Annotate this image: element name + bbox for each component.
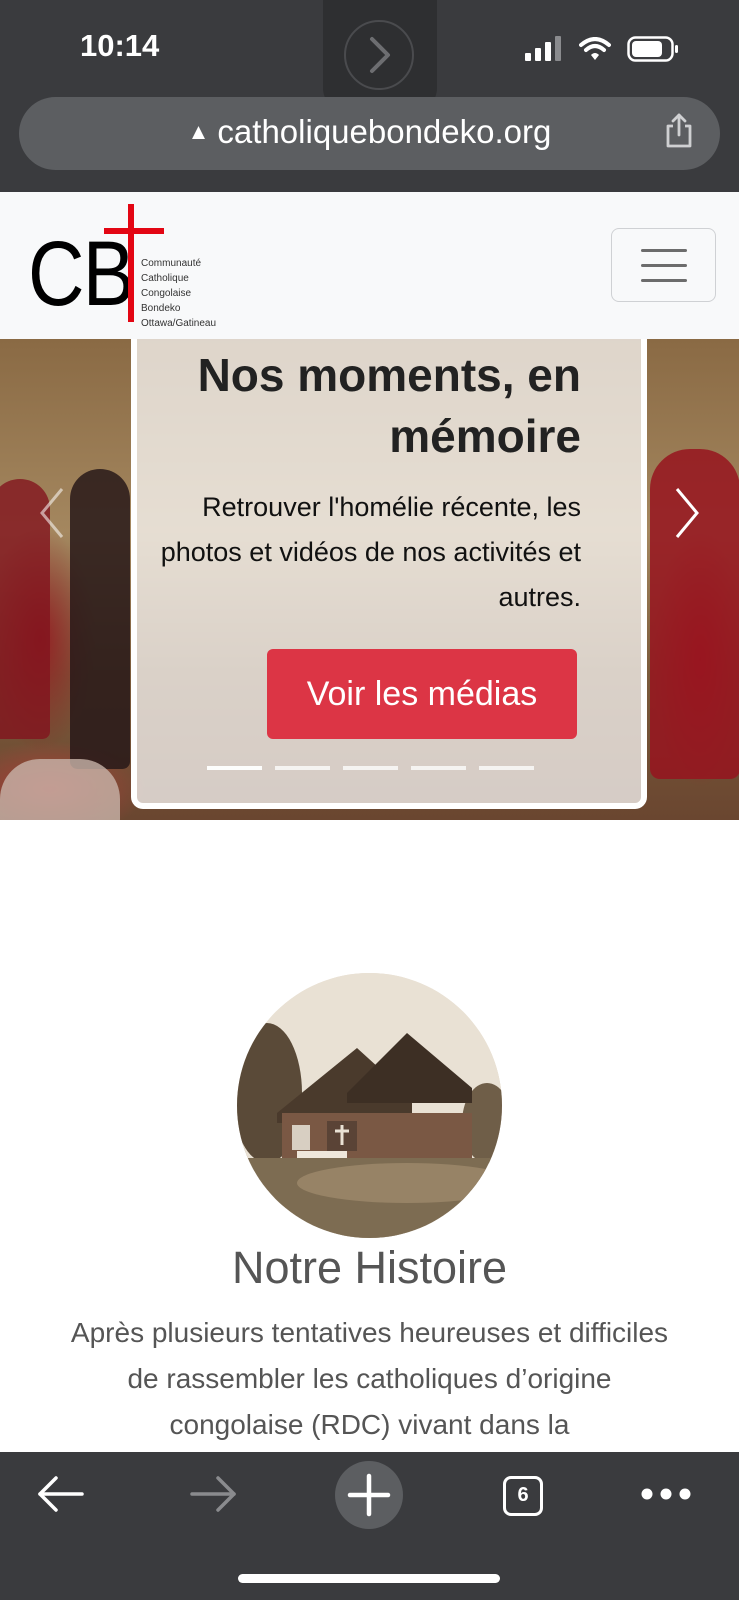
church-illustration — [237, 973, 502, 1238]
logo-cross-icon — [128, 204, 134, 322]
share-icon — [666, 113, 692, 148]
chevron-left-icon — [40, 488, 64, 538]
history-title: Notre Histoire — [231, 1242, 508, 1293]
carousel-indicator-2[interactable] — [275, 766, 330, 770]
dynamic-island-forward-button[interactable] — [323, 0, 437, 112]
plus-icon — [335, 1461, 403, 1529]
chevron-right-icon — [370, 37, 390, 73]
view-media-button[interactable]: Voir les médias — [267, 649, 577, 739]
hero-carousel: Nos moments, en mémoire Retrouver l'homé… — [0, 339, 739, 820]
forward-arrow-icon — [190, 1476, 236, 1512]
status-icons — [525, 36, 679, 62]
carousel-indicator-5[interactable] — [479, 766, 534, 770]
chevron-right-icon — [675, 488, 699, 538]
hero-caption-card: Nos moments, en mémoire Retrouver l'homé… — [131, 339, 647, 809]
site-navbar: CB Communauté Catholique Congolaise Bond… — [0, 192, 739, 339]
history-paragraph: Après plusieurs tentatives heureuses et … — [70, 1317, 669, 1440]
home-indicator — [238, 1574, 500, 1583]
tabs-button[interactable]: 6 — [503, 1476, 543, 1516]
church-photo — [237, 973, 502, 1238]
carousel-indicator-1[interactable] — [207, 766, 262, 770]
hamburger-icon — [641, 249, 687, 252]
back-button[interactable] — [36, 1474, 86, 1519]
more-dots-icon — [641, 1488, 691, 1500]
tabs-icon: 6 — [503, 1476, 543, 1516]
carousel-indicator-4[interactable] — [411, 766, 466, 770]
url-text: catholiquebondeko.org — [217, 113, 552, 150]
share-button[interactable] — [664, 113, 694, 154]
forward-button[interactable] — [188, 1474, 238, 1519]
menu-toggle-button[interactable] — [611, 228, 716, 302]
hero-title: Nos moments, en mémoire — [197, 349, 581, 462]
status-time: 10:14 — [80, 28, 160, 63]
address-bar[interactable]: ▲ catholiquebondeko.org — [19, 97, 720, 170]
wifi-icon — [579, 37, 611, 60]
site-logo[interactable]: CB Communauté Catholique Congolaise Bond… — [28, 204, 228, 329]
carousel-prev-button[interactable] — [38, 487, 66, 544]
cellular-signal-icon — [525, 36, 561, 61]
new-tab-button[interactable] — [334, 1460, 404, 1535]
battery-icon — [627, 36, 678, 62]
logo-letters: CB — [28, 223, 135, 325]
carousel-indicator-3[interactable] — [343, 766, 398, 770]
more-button[interactable] — [640, 1486, 692, 1507]
logo-text: Communauté Catholique Congolaise Bondeko… — [141, 258, 217, 329]
carousel-indicators — [207, 766, 534, 770]
warning-triangle-icon: ▲ — [187, 119, 210, 144]
back-arrow-icon — [38, 1476, 84, 1512]
browser-top-chrome: 10:14 ▲ catholiquebondeko.org — [0, 0, 739, 192]
hero-description: Retrouver l'homélie récente, les photos … — [160, 492, 581, 612]
carousel-next-button[interactable] — [673, 487, 701, 544]
